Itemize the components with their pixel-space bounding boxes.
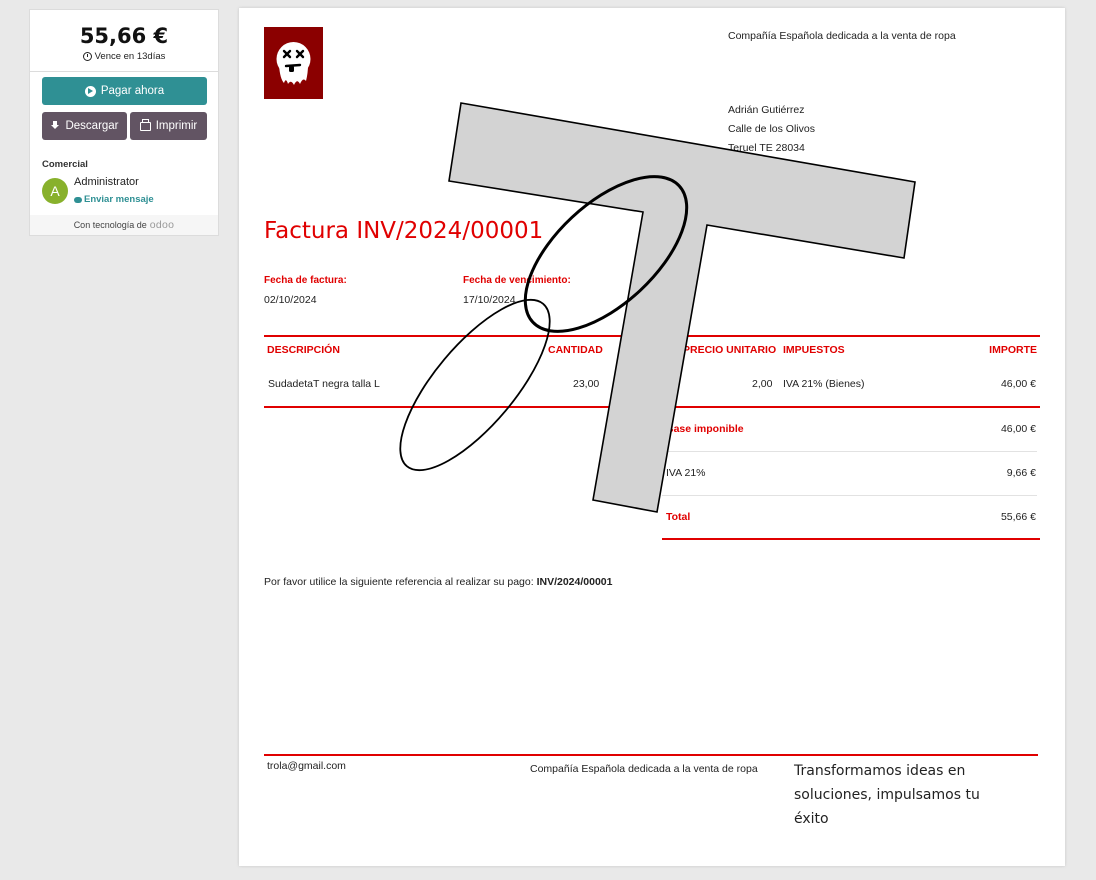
invoice-date-label: Fecha de factura: bbox=[264, 275, 347, 286]
download-label: Descargar bbox=[65, 120, 119, 132]
invoice-title: Factura INV/2024/00001 bbox=[264, 218, 544, 244]
commercial-label: Comercial bbox=[42, 159, 88, 170]
download-icon bbox=[50, 121, 60, 131]
base-label: Base imponible bbox=[666, 423, 744, 435]
invoice-sidebar: 55,66 € Vence en 13días Pagar ahora Desc… bbox=[29, 9, 219, 236]
payment-reference-text: Por favor utilice la siguiente referenci… bbox=[264, 576, 534, 588]
due-date-label: Fecha de vencimiento: bbox=[463, 275, 571, 286]
customer-name: Adrián Gutiérrez bbox=[728, 104, 805, 116]
arrow-circle-right-icon bbox=[84, 85, 96, 97]
due-date: 17/10/2024 bbox=[463, 294, 516, 306]
line-description: SudadetaT negra talla L bbox=[268, 378, 380, 390]
powered-by: Con tecnología de odoo bbox=[30, 215, 218, 235]
base-value: 46,00 € bbox=[1000, 423, 1036, 435]
totals-divider bbox=[662, 495, 1037, 496]
line-quantity: 23,00 bbox=[573, 378, 600, 390]
payment-reference-note: Por favor utilice la siguiente referenci… bbox=[264, 576, 612, 588]
send-message-label: Enviar mensaje bbox=[84, 194, 154, 205]
print-icon bbox=[139, 118, 151, 131]
odoo-logo[interactable]: odoo bbox=[150, 219, 175, 231]
salesperson-name: Administrator bbox=[74, 176, 139, 188]
tax-value: 9,66 € bbox=[1006, 467, 1036, 479]
customer-street: Calle de los Olivos bbox=[728, 123, 815, 135]
send-message-link[interactable]: Enviar mensaje bbox=[74, 194, 154, 205]
print-button[interactable]: Imprimir bbox=[130, 112, 207, 140]
clock-icon bbox=[82, 52, 92, 61]
footer-email: trola@gmail.com bbox=[267, 760, 346, 772]
line-taxes: IVA 21% (Bienes) bbox=[783, 378, 865, 390]
invoice-date: 02/10/2024 bbox=[264, 294, 317, 306]
tax-label: IVA 21% bbox=[666, 467, 706, 479]
customer-city: Teruel TE 28034 bbox=[728, 142, 805, 154]
totals-divider bbox=[662, 451, 1037, 452]
due-text: Vence en 13días bbox=[94, 51, 166, 62]
comment-icon bbox=[74, 196, 82, 203]
payment-reference: INV/2024/00001 bbox=[536, 576, 613, 588]
total-label: Total bbox=[666, 511, 691, 523]
footer-rule bbox=[264, 754, 1038, 756]
line-amount: 46,00 € bbox=[1000, 378, 1036, 390]
footer-slogan: Transformamos ideas en soluciones, impul… bbox=[794, 763, 980, 827]
company-logo bbox=[264, 27, 323, 99]
print-label: Imprimir bbox=[155, 120, 198, 132]
pay-now-label: Pagar ahora bbox=[100, 85, 165, 97]
totals-bottom-rule bbox=[662, 538, 1040, 540]
footer-company: Compañía Española dedicada a la venta de… bbox=[530, 763, 758, 775]
table-top-rule bbox=[264, 335, 1040, 337]
line-unit-price: 2,00 bbox=[752, 378, 773, 390]
company-tagline: Compañía Española dedicada a la venta de… bbox=[728, 30, 956, 42]
due-info: Vence en 13días bbox=[30, 51, 218, 62]
col-quantity: CANTIDAD bbox=[548, 344, 603, 356]
invoice-document: Compañía Española dedicada a la venta de… bbox=[239, 8, 1065, 866]
customer-vat: NIF: X342345678 bbox=[728, 161, 811, 173]
download-button[interactable]: Descargar bbox=[42, 112, 127, 140]
customer-address: Adrián Gutiérrez Calle de los Olivos Ter… bbox=[728, 101, 815, 177]
amount-header: 55,66 € Vence en 13días bbox=[30, 10, 218, 72]
col-description: DESCRIPCIÓN bbox=[267, 344, 340, 356]
total-value: 55,66 € bbox=[1000, 511, 1036, 523]
table-bottom-rule bbox=[264, 406, 1040, 408]
pay-now-button[interactable]: Pagar ahora bbox=[42, 77, 207, 105]
avatar: A bbox=[42, 178, 68, 204]
amount-due: 55,66 € bbox=[79, 24, 169, 48]
col-taxes: IMPUESTOS bbox=[783, 344, 845, 356]
col-unit-price: PRECIO UNITARIO bbox=[683, 344, 777, 356]
col-amount: IMPORTE bbox=[989, 344, 1037, 356]
powered-by-text: Con tecnología de bbox=[73, 220, 147, 230]
